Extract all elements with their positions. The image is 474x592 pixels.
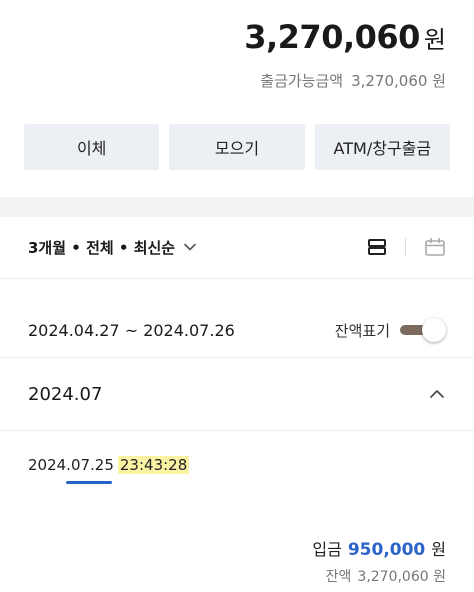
- transaction-balance: 잔액 3,270,060 원: [326, 566, 446, 586]
- chevron-up-icon[interactable]: [428, 385, 446, 403]
- filter-dropdown[interactable]: 3개월 • 전체 • 최신순: [28, 237, 197, 258]
- transaction-balance-amount: 3,270,060 원: [357, 569, 446, 585]
- period-range: 2024.04.27 ~ 2024.07.26: [28, 320, 235, 340]
- balance-toggle[interactable]: [400, 318, 446, 342]
- available-balance: 출금가능금액 3,270,060 원: [260, 70, 446, 91]
- save-button[interactable]: 모으기: [169, 124, 305, 170]
- divider-line: [0, 430, 474, 431]
- transaction-time: 23:43:28: [117, 456, 190, 474]
- transaction-date: 2024.07.25: [28, 456, 114, 474]
- balance-header: 3,270,060 원: [244, 18, 446, 56]
- available-amount: 3,270,060 원: [351, 72, 446, 90]
- filter-row: 3개월 • 전체 • 최신순: [0, 217, 474, 277]
- divider-line: [0, 278, 474, 279]
- balance-toggle-label: 잔액표기: [334, 321, 390, 340]
- section-divider: [0, 197, 474, 217]
- balance-toggle-group: 잔액표기: [335, 318, 446, 342]
- transaction-unit: 원: [431, 540, 446, 559]
- toggle-knob: [422, 318, 446, 342]
- atm-withdraw-button[interactable]: ATM/창구출금: [314, 124, 450, 170]
- month-group-header[interactable]: 2024.07: [28, 374, 446, 414]
- chevron-down-icon: [184, 243, 196, 251]
- calendar-icon[interactable]: [424, 237, 446, 257]
- transaction-amount-row: 입금 950,000 원: [312, 536, 446, 560]
- transaction-type: 입금: [312, 540, 342, 559]
- transaction-amount: 950,000: [347, 540, 426, 560]
- date-underline-mark: [66, 481, 112, 484]
- view-icons: [367, 237, 446, 257]
- available-label: 출금가능금액: [260, 72, 344, 90]
- balance-amount: 3,270,060: [244, 18, 420, 56]
- transfer-button[interactable]: 이체: [24, 124, 160, 170]
- balance-unit: 원: [423, 26, 446, 54]
- period-row: 2024.04.27 ~ 2024.07.26 잔액표기: [28, 310, 446, 350]
- filter-label: 3개월 • 전체 • 최신순: [28, 238, 176, 257]
- transaction-balance-label: 잔액: [325, 569, 352, 585]
- transaction-datetime: 2024.07.25 23:43:28: [28, 456, 190, 474]
- action-buttons: 이체 모으기 ATM/창구출금: [24, 124, 450, 170]
- icon-separator: [405, 238, 406, 256]
- divider-line: [0, 357, 474, 358]
- list-view-icon[interactable]: [367, 238, 387, 256]
- month-title: 2024.07: [28, 383, 103, 405]
